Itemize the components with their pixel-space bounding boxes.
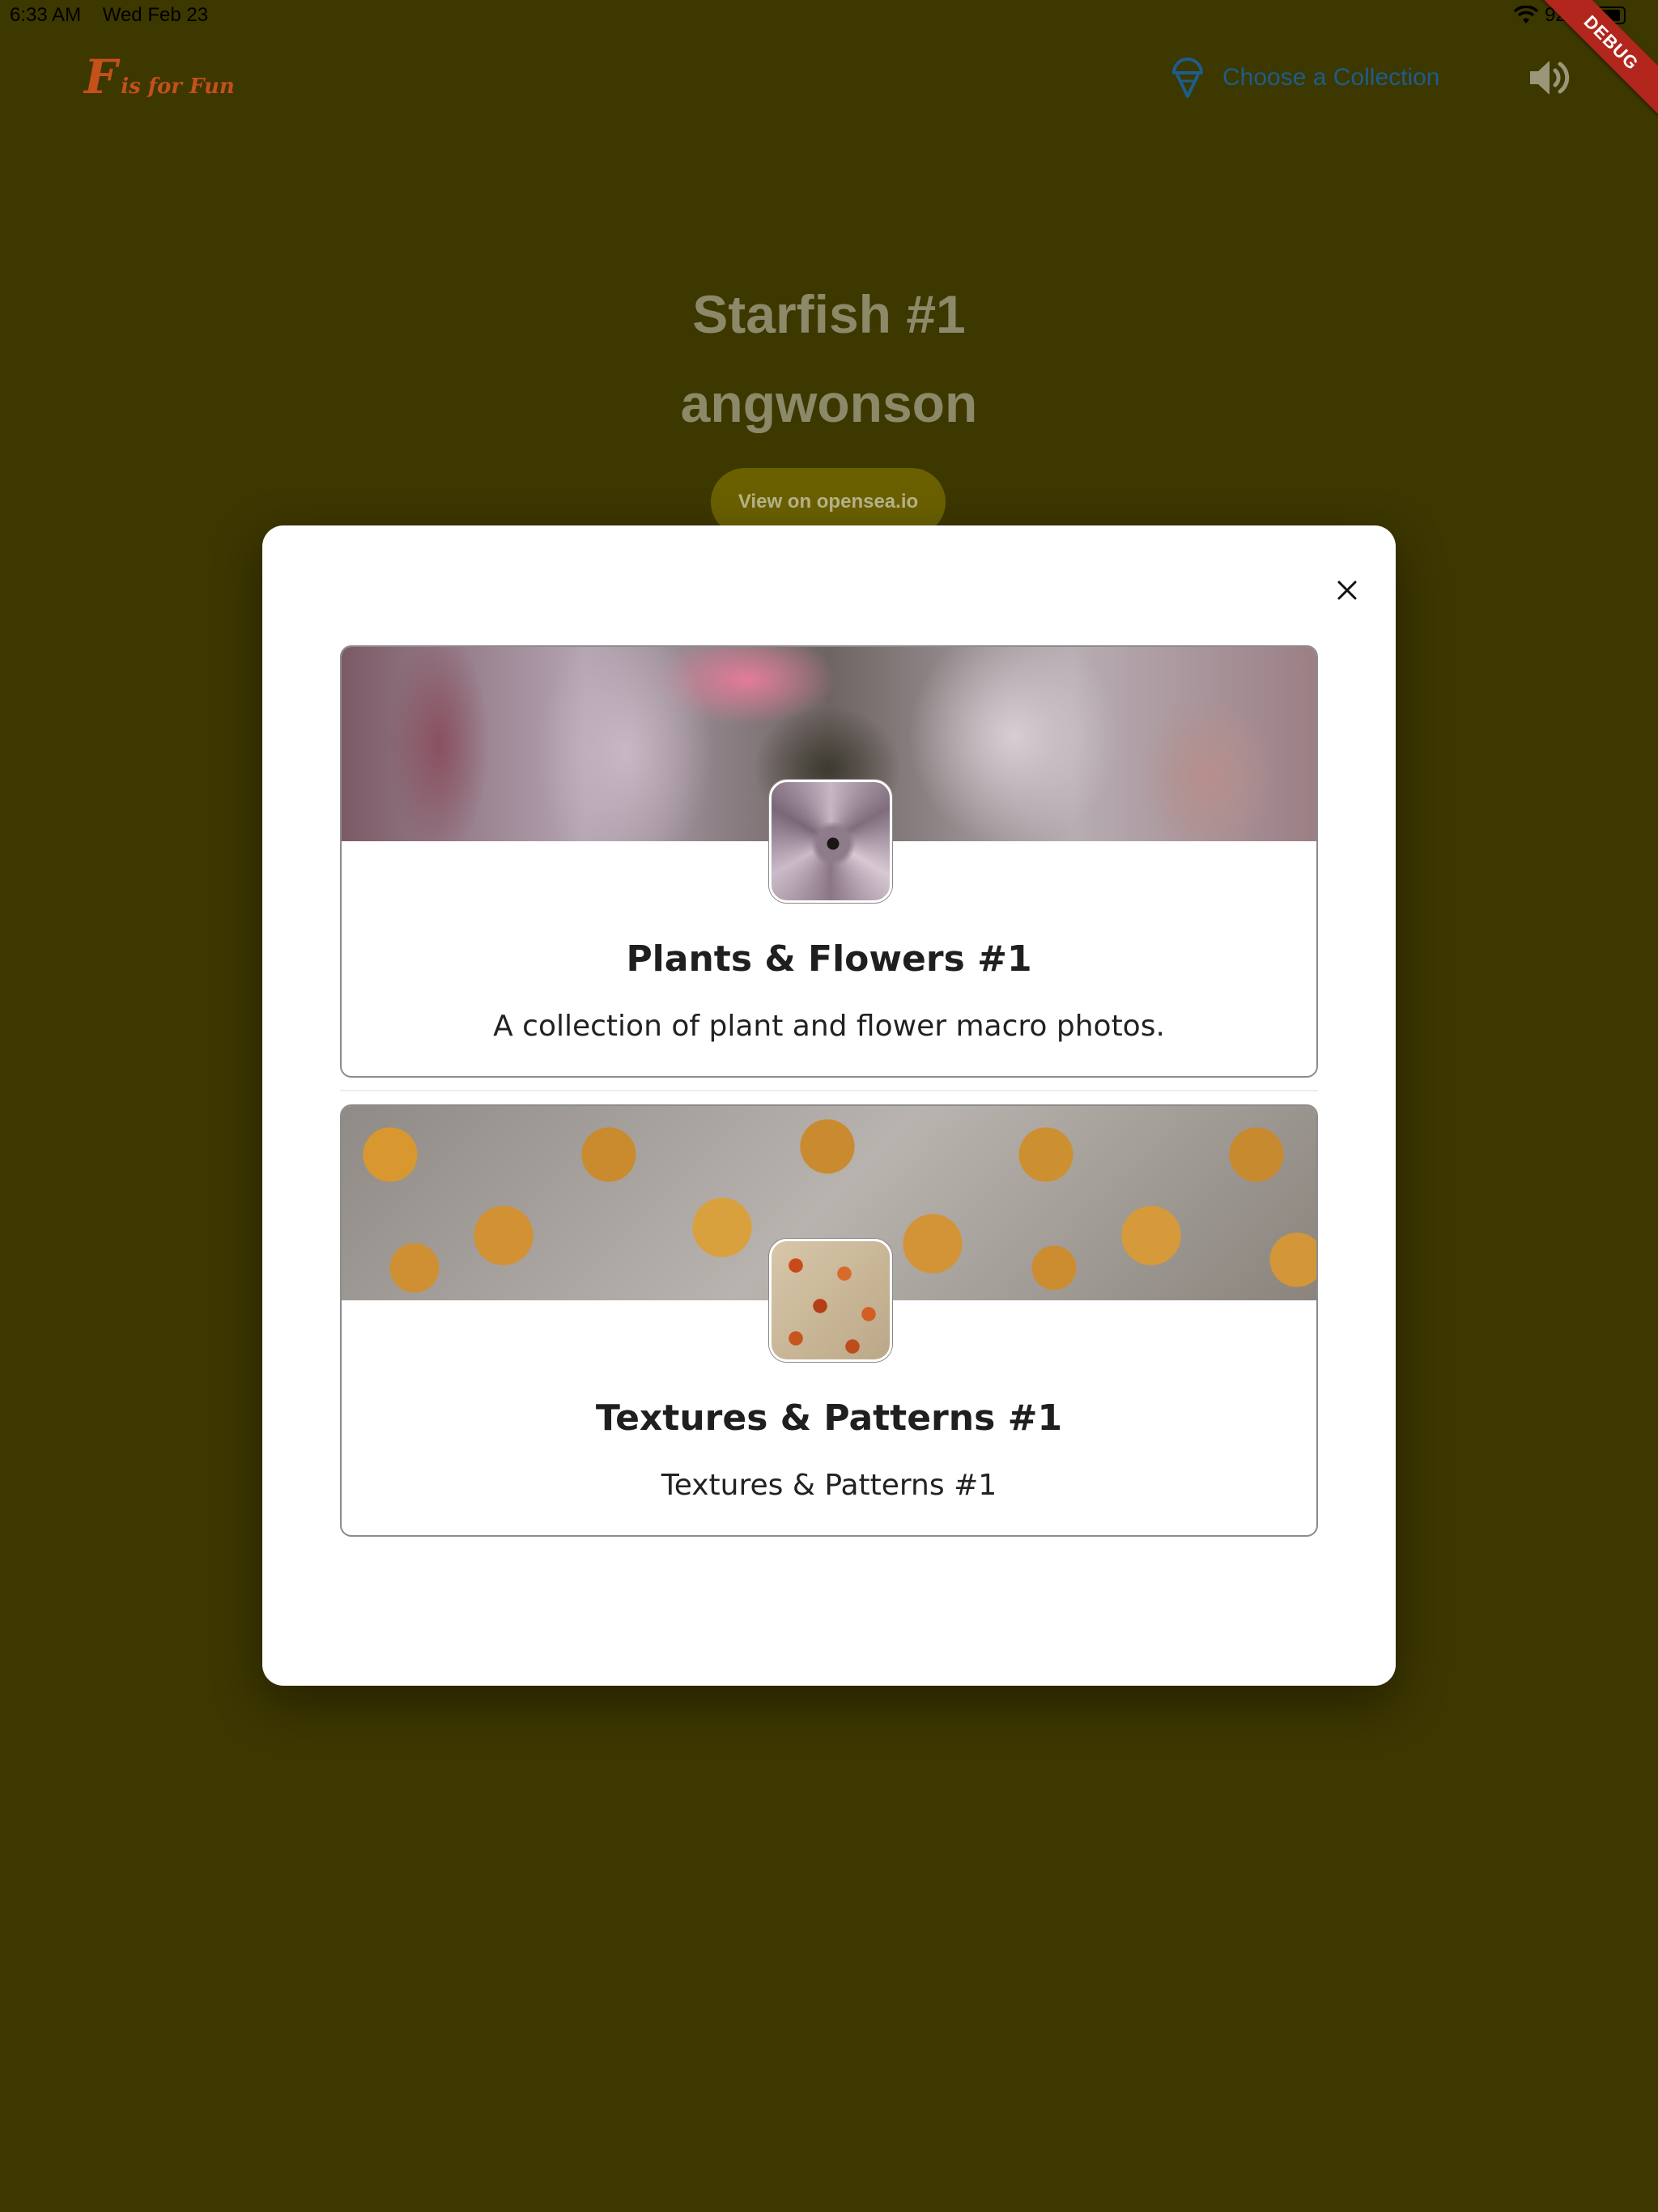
status-date: Wed Feb 23 <box>102 4 209 26</box>
collection-card-plants-flowers[interactable]: Plants & Flowers #1 A collection of plan… <box>340 645 1318 1078</box>
artwork-title: Starfish #1 <box>692 284 966 344</box>
status-left: 6:33 AM Wed Feb 23 <box>10 4 224 27</box>
app-logo[interactable]: F is for Fun <box>84 53 235 100</box>
volume-icon[interactable] <box>1527 57 1572 99</box>
collection-title: Plants & Flowers #1 <box>626 938 1032 980</box>
collection-title: Textures & Patterns #1 <box>595 1397 1063 1439</box>
list-divider <box>340 1090 1318 1091</box>
logo-mark: F <box>84 49 118 104</box>
collection-picker-dialog: Plants & Flowers #1 A collection of plan… <box>262 525 1396 1686</box>
ice-cream-icon <box>1172 57 1203 98</box>
status-bar: 6:33 AM Wed Feb 23 92% <box>0 0 1658 32</box>
collection-description: A collection of plant and flower macro p… <box>493 1010 1165 1043</box>
collection-avatar-image <box>769 1239 892 1362</box>
logo-text: is for Fun <box>121 74 235 99</box>
wifi-icon <box>1513 6 1538 23</box>
status-time: 6:33 AM <box>10 4 82 26</box>
close-icon <box>1337 581 1357 600</box>
collection-card-textures-patterns[interactable]: Textures & Patterns #1 Textures & Patter… <box>340 1104 1318 1537</box>
close-button[interactable] <box>1326 569 1368 611</box>
choose-collection-label: Choose a Collection <box>1222 64 1440 91</box>
choose-collection-button[interactable]: Choose a Collection <box>1169 57 1440 99</box>
artist-name: angwonson <box>680 373 978 433</box>
collection-avatar-image <box>769 780 892 903</box>
collection-description: Textures & Patterns #1 <box>661 1469 997 1502</box>
